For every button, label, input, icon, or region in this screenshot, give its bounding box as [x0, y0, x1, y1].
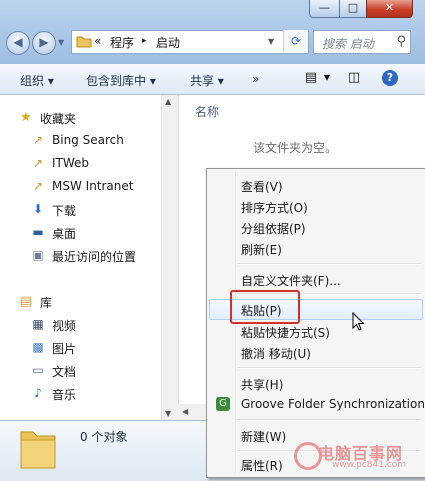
- more-commands-button[interactable]: »: [252, 72, 259, 86]
- document-icon: ▭: [32, 363, 44, 377]
- maximize-button[interactable]: □: [339, 0, 367, 18]
- view-dropdown-icon[interactable]: ▼: [318, 73, 336, 89]
- nav-item-recent-places[interactable]: ▣ 最近访问的位置: [20, 245, 175, 265]
- nav-item-itweb[interactable]: ↗ ITWeb: [20, 153, 175, 173]
- address-separator-icon[interactable]: ▸: [142, 36, 147, 46]
- address-bar[interactable]: « 程序 ▸ 启动 ▼: [71, 30, 309, 54]
- recent-pages-chevron-icon[interactable]: ▼: [58, 38, 64, 47]
- address-segment-programs[interactable]: 程序: [110, 34, 134, 51]
- menu-item-groove-sync[interactable]: G Groove Folder Synchronization: [209, 394, 425, 415]
- menu-item-group-by[interactable]: 分组依据(P): [209, 217, 423, 238]
- help-icon[interactable]: ?: [382, 70, 398, 86]
- menu-separator: [237, 263, 421, 265]
- nav-item-downloads[interactable]: ⬇ 下载: [20, 199, 175, 219]
- menu-separator: [237, 419, 421, 421]
- refresh-button[interactable]: ⟳: [283, 30, 308, 52]
- organize-menu[interactable]: 组织 ▾: [20, 72, 54, 89]
- nav-scrollbar[interactable]: ▲ ▼: [161, 95, 178, 420]
- menu-item-share[interactable]: 共享(H): [209, 373, 423, 394]
- folder-icon: [20, 431, 56, 469]
- forward-arrow-icon: ▶: [39, 35, 49, 49]
- address-segment-startup[interactable]: 启动: [156, 34, 180, 51]
- recent-places-icon: ▣: [32, 248, 44, 262]
- scroll-down-icon[interactable]: ▼: [165, 409, 171, 418]
- groove-icon: G: [216, 397, 230, 411]
- nav-item-desktop[interactable]: ▬ 桌面: [20, 222, 175, 242]
- nav-item-documents[interactable]: ▭ 文档: [20, 360, 175, 380]
- nav-item-videos[interactable]: ▦ 视频: [20, 314, 175, 334]
- library-icon: ▤: [20, 294, 33, 309]
- item-count: 0 个对象: [80, 430, 128, 444]
- back-arrow-icon: ◀: [13, 35, 23, 49]
- address-dropdown-icon[interactable]: ▼: [268, 37, 274, 46]
- video-icon: ▦: [32, 317, 44, 331]
- nav-item-msw-intranet[interactable]: ↗ MSW Intranet: [20, 176, 175, 196]
- window-controls: — □ ✕: [309, 0, 425, 18]
- address-chevron[interactable]: «: [94, 34, 101, 48]
- scroll-left-icon[interactable]: ◀: [182, 407, 188, 416]
- search-placeholder: 搜索 启动: [322, 37, 374, 51]
- menu-item-refresh[interactable]: 刷新(E): [209, 238, 423, 259]
- picture-icon: ▩: [32, 340, 44, 354]
- nav-item-pictures[interactable]: ▩ 图片: [20, 337, 175, 357]
- watermark: 电脑百事网 www.pc841.com: [292, 438, 424, 478]
- close-button[interactable]: ✕: [366, 0, 413, 18]
- menu-item-undo-move[interactable]: 撤消 移动(U): [209, 342, 423, 363]
- include-in-library-menu[interactable]: 包含到库中 ▾: [86, 72, 156, 89]
- highlight-annotation-box: [230, 290, 300, 324]
- scroll-up-icon[interactable]: ▲: [165, 97, 171, 106]
- preview-pane-icon[interactable]: ◫: [345, 70, 363, 86]
- link-icon: ↗: [32, 179, 44, 193]
- nav-item-music[interactable]: ♪ 音乐: [20, 383, 175, 403]
- forward-button[interactable]: ▶: [32, 31, 56, 55]
- menu-item-view[interactable]: 查看(V): [209, 175, 423, 196]
- watermark-url: www.pc841.com: [332, 460, 407, 470]
- nav-item-bing-search[interactable]: ↗ Bing Search: [20, 130, 175, 150]
- search-input[interactable]: 搜索 启动 ⚲: [313, 30, 411, 54]
- nav-library-header[interactable]: ▤ 库: [18, 291, 173, 311]
- link-icon: ↗: [32, 133, 44, 147]
- share-menu[interactable]: 共享 ▾: [190, 72, 224, 89]
- back-button[interactable]: ◀: [6, 31, 30, 55]
- command-bar: 组织 ▾ 包含到库中 ▾ 共享 ▾ » ▤ ▼ ◫ ?: [0, 64, 425, 95]
- mouse-cursor-icon: [352, 312, 365, 331]
- download-folder-icon: ⬇: [32, 202, 44, 216]
- content-hscrollbar[interactable]: ◀: [178, 404, 208, 420]
- menu-separator: [237, 367, 421, 369]
- minimize-button[interactable]: —: [309, 0, 340, 18]
- refresh-icon: ⟳: [290, 34, 302, 48]
- link-icon: ↗: [32, 156, 44, 170]
- search-icon[interactable]: ⚲: [396, 34, 406, 49]
- navigation-pane: ★ 收藏夹 ↗ Bing Search ↗ ITWeb ↗ MSW Intran…: [0, 95, 179, 420]
- empty-folder-message: 该文件夹为空。: [253, 141, 338, 155]
- menu-item-customize-folder[interactable]: 自定义文件夹(F)...: [209, 269, 423, 290]
- menu-item-sort-by[interactable]: 排序方式(O): [209, 196, 423, 217]
- menu-item-paste-shortcut[interactable]: 粘贴快捷方式(S): [209, 321, 423, 342]
- nav-favorites-header[interactable]: ★ 收藏夹: [18, 107, 173, 127]
- column-header-name[interactable]: 名称: [195, 103, 219, 120]
- star-icon: ★: [20, 110, 32, 125]
- folder-icon: [76, 36, 92, 48]
- music-icon: ♪: [34, 386, 42, 400]
- desktop-icon: ▬: [32, 225, 44, 239]
